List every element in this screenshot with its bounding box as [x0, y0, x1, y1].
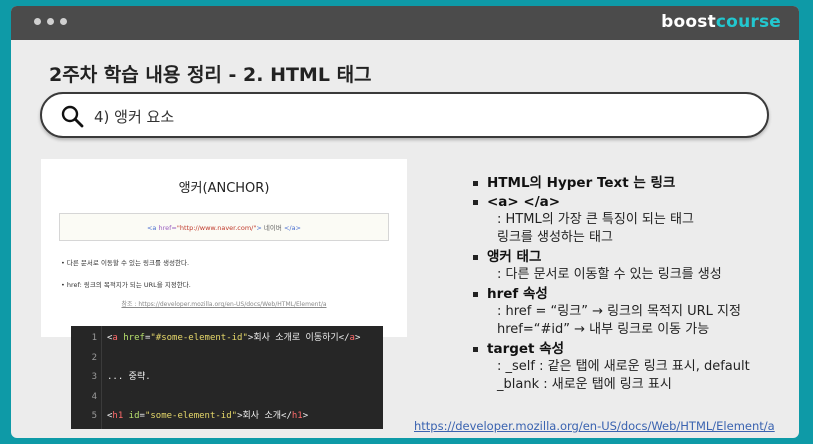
panel-bullet-text: href: 링크의 목적지가 되는 URL을 지정한다. — [66, 281, 191, 289]
code-token: >회사 소개로 이동하기</ — [247, 333, 350, 343]
search-icon — [61, 105, 84, 128]
line-number: 1 — [91, 333, 97, 343]
code-token: h1 — [291, 411, 303, 421]
code-line: 1 <a href="#some-element-id">회사 소개로 이동하기<… — [71, 329, 383, 347]
code-token: ... 중략. — [107, 372, 151, 382]
code-line: 2 — [71, 349, 383, 367]
anchor-example-panel: 앵커(ANCHOR) <a href="http://www.naver.com… — [41, 159, 407, 337]
panel-title: 앵커(ANCHOR) — [178, 181, 270, 196]
code-block: 1 <a href="#some-element-id">회사 소개로 이동하기<… — [71, 326, 383, 429]
mdn-reference-link[interactable]: https://developer.mozilla.org/en-US/docs… — [414, 419, 775, 433]
panel-bullet: • 다른 문서로 이동할 수 있는 링크를 생성한다. — [61, 259, 190, 267]
bullet-square-icon — [473, 255, 478, 260]
panel-bullet-text: 다른 문서로 이동할 수 있는 링크를 생성한다. — [66, 259, 190, 267]
line-code: ... 중략. — [107, 368, 151, 386]
line-number: 3 — [91, 372, 97, 382]
anchor-code-example: <a href="http://www.naver.com/"> 네이버 </a… — [59, 213, 389, 241]
code-value: "http://www.naver.com/" — [176, 224, 257, 232]
panel-bullet: • href: 링크의 목적지가 되는 URL을 지정한다. — [61, 281, 191, 289]
code-line: 4 — [71, 388, 383, 406]
reference-link[interactable]: 참조 : https://developer.mozilla.org/en-US… — [41, 299, 407, 308]
line-code: <a href="#some-element-id">회사 소개로 이동하기</… — [107, 329, 360, 347]
code-attr: href= — [158, 224, 177, 232]
code-line: 3 ... 중략. — [71, 368, 383, 386]
window-controls — [34, 18, 67, 25]
bullet-list: HTML의 Hyper Text 는 링크 <a> </a> : HTML의 가장 … — [473, 174, 799, 395]
window-title-bar: boostcourse — [11, 6, 799, 40]
bullet-square-icon — [473, 200, 478, 205]
bullet-item: target 속성 : _self : 같은 탭에 새로운 링크 표시, defa… — [473, 340, 799, 394]
code-token: >회사 소개</ — [237, 411, 292, 421]
bullet-square-icon — [473, 181, 478, 186]
code-token: "#some-element-id" — [150, 333, 248, 343]
page-title: 2주차 학습 내용 정리 - 2. HTML 태그 — [49, 64, 372, 86]
bullet-heading: href 속성 — [487, 286, 548, 302]
line-code: <h1 id="some-element-id">회사 소개</h1> — [107, 407, 308, 425]
code-line: 5 <h1 id="some-element-id">회사 소개</h1> — [71, 407, 383, 425]
bullet-detail: : _self : 같은 탭에 새로운 링크 표시, default — [497, 359, 750, 374]
brand-logo: boostcourse — [661, 12, 781, 32]
line-number: 5 — [91, 411, 97, 421]
code-tag: </a> — [283, 224, 302, 232]
bullet-heading: target 속성 — [487, 341, 565, 357]
slide: boostcourse 2주차 학습 내용 정리 - 2. HTML 태그 4)… — [11, 6, 799, 438]
window-dot-icon[interactable] — [60, 18, 67, 25]
bullet-heading: HTML의 Hyper Text 는 링크 — [487, 175, 676, 191]
code-token: > — [302, 411, 309, 421]
bullet-detail: : HTML의 가장 큰 특징이 되는 태그 — [497, 212, 694, 227]
window-dot-icon[interactable] — [34, 18, 41, 25]
line-number: 2 — [91, 352, 97, 363]
code-token: href — [117, 333, 145, 343]
bullet-detail: 링크를 생성하는 태그 — [497, 230, 613, 245]
bullet-detail: _blank : 새로운 탭에 링크 표시 — [497, 377, 672, 392]
line-number: 4 — [91, 391, 97, 402]
code-tag: > — [256, 224, 262, 232]
bullet-detail: : href = “링크” → 링크의 목적지 URL 지정 — [497, 304, 741, 319]
bullet-item: href 속성 : href = “링크” → 링크의 목적지 URL 지정 hre… — [473, 285, 799, 339]
code-token: id — [123, 411, 140, 421]
code-token: > — [354, 333, 361, 343]
bullet-heading: 앵커 태그 — [487, 249, 542, 265]
code-tag: <a — [146, 224, 157, 232]
bullet-item: <a> </a> : HTML의 가장 큰 특징이 되는 태그링크를 생성하는 태… — [473, 193, 799, 247]
bullet-detail: : 다른 문서로 이동할 수 있는 링크를 생성 — [497, 267, 722, 282]
bullet-square-icon — [473, 292, 478, 297]
bullet-square-icon — [473, 347, 478, 352]
code-token: "some-element-id" — [144, 411, 238, 421]
code-text: 네이버 — [263, 224, 282, 232]
bullet-item: HTML의 Hyper Text 는 링크 — [473, 174, 799, 192]
code-token: h1 — [112, 411, 124, 421]
window-dot-icon[interactable] — [47, 18, 54, 25]
bullet-detail: href=“#id” → 내부 링크로 이동 가능 — [497, 322, 710, 337]
brand-part2: course — [715, 12, 781, 32]
bullet-heading: <a> </a> — [487, 194, 561, 210]
search-bar[interactable]: 4) 앵커 요소 — [40, 92, 769, 138]
search-query[interactable]: 4) 앵커 요소 — [94, 106, 174, 127]
bullet-item: 앵커 태그 : 다른 문서로 이동할 수 있는 링크를 생성 — [473, 248, 799, 284]
brand-part1: boost — [661, 12, 716, 32]
